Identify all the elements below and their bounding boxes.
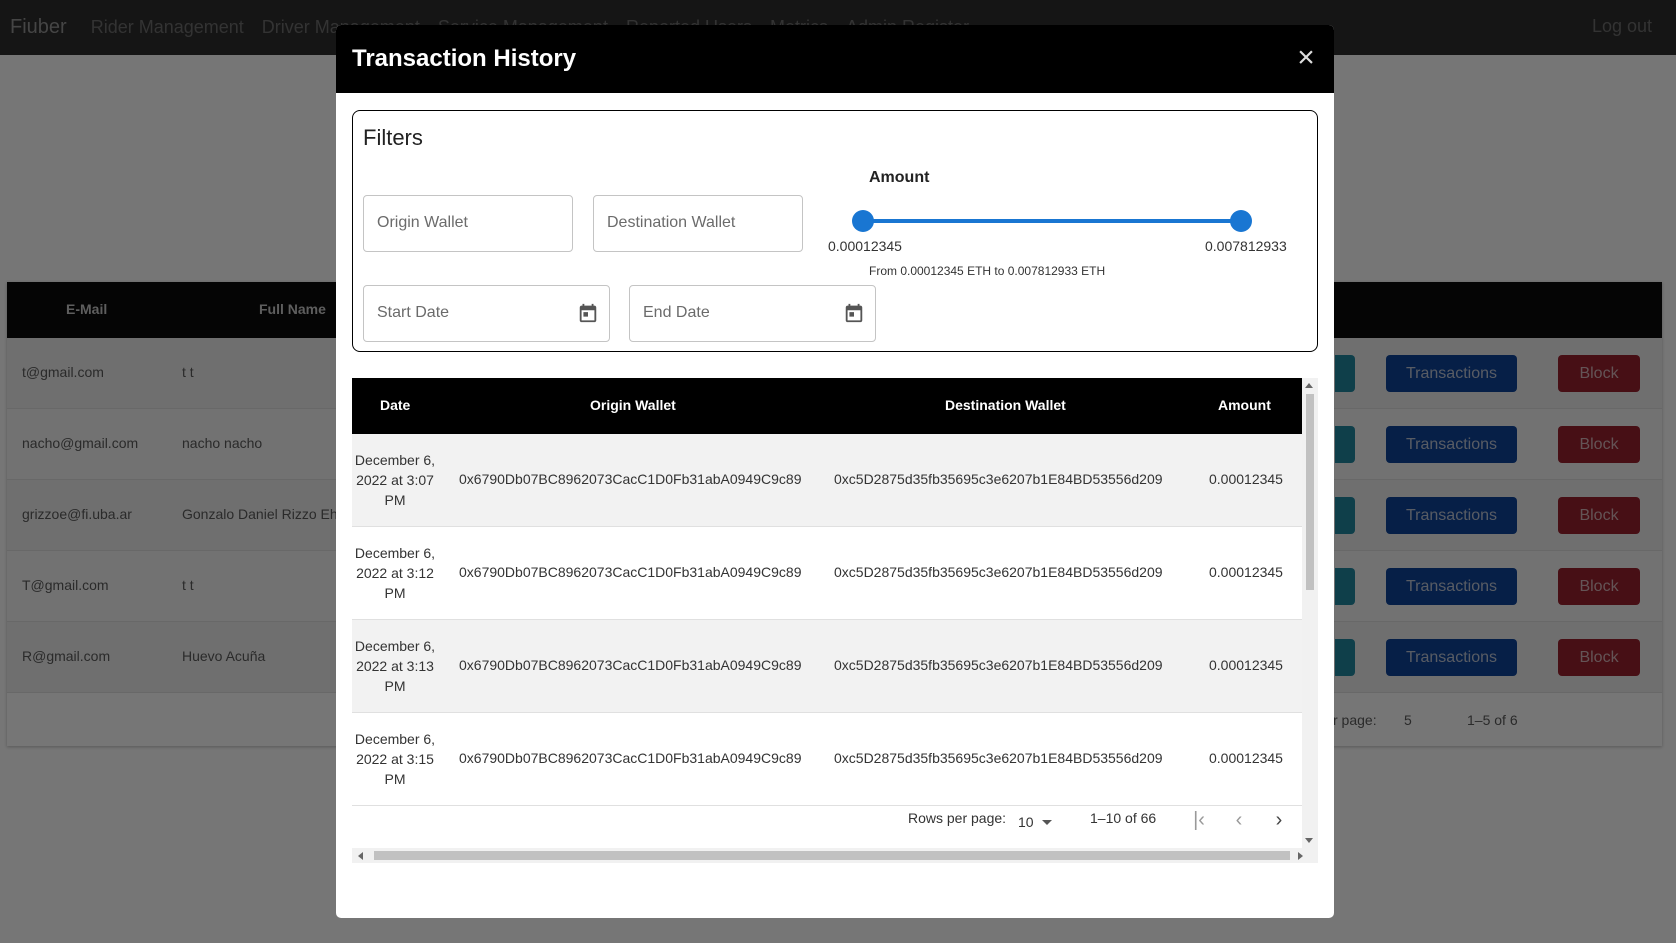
row-destination-wallet: 0xc5D2875d35fb35695c3e6207b1E84BD53556d2… (834, 657, 1163, 673)
horizontal-scroll-thumb[interactable] (374, 851, 1290, 860)
destination-wallet-placeholder: Destination Wallet (607, 214, 736, 231)
origin-wallet-input[interactable]: Origin Wallet (363, 195, 573, 252)
horizontal-scrollbar[interactable] (352, 848, 1318, 863)
header-date: Date (380, 397, 411, 413)
amount-max-value: 0.007812933 (1205, 238, 1287, 254)
row-date: December 6, 2022 at 3:12 PM (354, 545, 436, 601)
amount-label: Amount (869, 169, 930, 186)
rows-per-page-label: Rows per page: (908, 810, 1007, 826)
table-row: December 6, 2022 at 3:13 PM 0x6790Db07BC8… (352, 620, 1302, 713)
row-origin-wallet: 0x6790Db07BC8962073CacC1D0Fb31abA0949C9c… (459, 750, 802, 766)
amount-slider-track[interactable] (863, 219, 1241, 223)
amount-range-text: From 0.00012345 ETH to 0.007812933 ETH (869, 264, 1106, 278)
row-amount: 0.00012345 (1209, 564, 1283, 580)
chevron-down-icon[interactable] (1042, 820, 1052, 825)
transactions-table-header: Date Origin Wallet Destination Wallet Am… (352, 378, 1302, 434)
scroll-left-arrow[interactable] (358, 852, 363, 860)
filters-title: Filters (363, 125, 423, 150)
row-destination-wallet: 0xc5D2875d35fb35695c3e6207b1E84BD53556d2… (834, 564, 1163, 580)
row-amount: 0.00012345 (1209, 471, 1283, 487)
row-date: December 6, 2022 at 3:15 PM (354, 731, 436, 787)
start-date-placeholder: Start Date (377, 304, 450, 321)
transaction-history-modal: Transaction History × Filters Origin Wal… (336, 25, 1334, 918)
amount-slider-min-thumb[interactable] (852, 210, 874, 232)
header-destination-wallet: Destination Wallet (945, 397, 1066, 413)
scroll-right-arrow[interactable] (1298, 852, 1303, 860)
first-page-icon[interactable]: |‹ (1188, 810, 1210, 832)
modal-header: Transaction History × (336, 25, 1334, 93)
start-date-input[interactable]: Start Date (363, 285, 610, 342)
row-origin-wallet: 0x6790Db07BC8962073CacC1D0Fb31abA0949C9c… (459, 471, 802, 487)
end-date-placeholder: End Date (643, 304, 710, 321)
table-row: December 6, 2022 at 3:15 PM 0x6790Db07BC8… (352, 713, 1302, 806)
row-origin-wallet: 0x6790Db07BC8962073CacC1D0Fb31abA0949C9c… (459, 564, 802, 580)
amount-slider-max-thumb[interactable] (1230, 210, 1252, 232)
previous-page-icon[interactable]: ‹ (1228, 810, 1250, 832)
row-destination-wallet: 0xc5D2875d35fb35695c3e6207b1E84BD53556d2… (834, 471, 1163, 487)
destination-wallet-input[interactable]: Destination Wallet (593, 195, 803, 252)
row-destination-wallet: 0xc5D2875d35fb35695c3e6207b1E84BD53556d2… (834, 750, 1163, 766)
transactions-pagination: Rows per page: 10 1–10 of 66 |‹ ‹ › (352, 798, 1302, 848)
vertical-scroll-thumb[interactable] (1306, 394, 1314, 590)
row-amount: 0.00012345 (1209, 750, 1283, 766)
page-count: 1–10 of 66 (1090, 810, 1157, 826)
header-amount: Amount (1218, 397, 1271, 413)
amount-min-value: 0.00012345 (828, 238, 902, 254)
modal-title: Transaction History (352, 45, 577, 72)
calendar-icon[interactable] (843, 301, 865, 325)
row-amount: 0.00012345 (1209, 657, 1283, 673)
end-date-input[interactable]: End Date (629, 285, 876, 342)
row-date: December 6, 2022 at 3:13 PM (354, 638, 436, 694)
header-origin-wallet: Origin Wallet (590, 397, 676, 413)
rows-per-page-select[interactable]: 10 (1018, 814, 1034, 830)
vertical-scrollbar[interactable] (1302, 378, 1318, 848)
calendar-icon[interactable] (577, 301, 599, 325)
row-date: December 6, 2022 at 3:07 PM (354, 452, 436, 508)
close-icon[interactable]: × (1292, 43, 1320, 73)
row-origin-wallet: 0x6790Db07BC8962073CacC1D0Fb31abA0949C9c… (459, 657, 802, 673)
scroll-down-arrow[interactable] (1305, 838, 1313, 843)
filters-panel: Filters Origin Wallet Destination Wallet… (352, 110, 1318, 352)
scroll-up-arrow[interactable] (1305, 383, 1313, 388)
transactions-table-container: Date Origin Wallet Destination Wallet Am… (352, 378, 1318, 863)
table-row: December 6, 2022 at 3:07 PM 0x6790Db07BC8… (352, 434, 1302, 527)
next-page-icon[interactable]: › (1268, 810, 1290, 832)
table-row: December 6, 2022 at 3:12 PM 0x6790Db07BC8… (352, 527, 1302, 620)
origin-wallet-placeholder: Origin Wallet (377, 214, 468, 231)
